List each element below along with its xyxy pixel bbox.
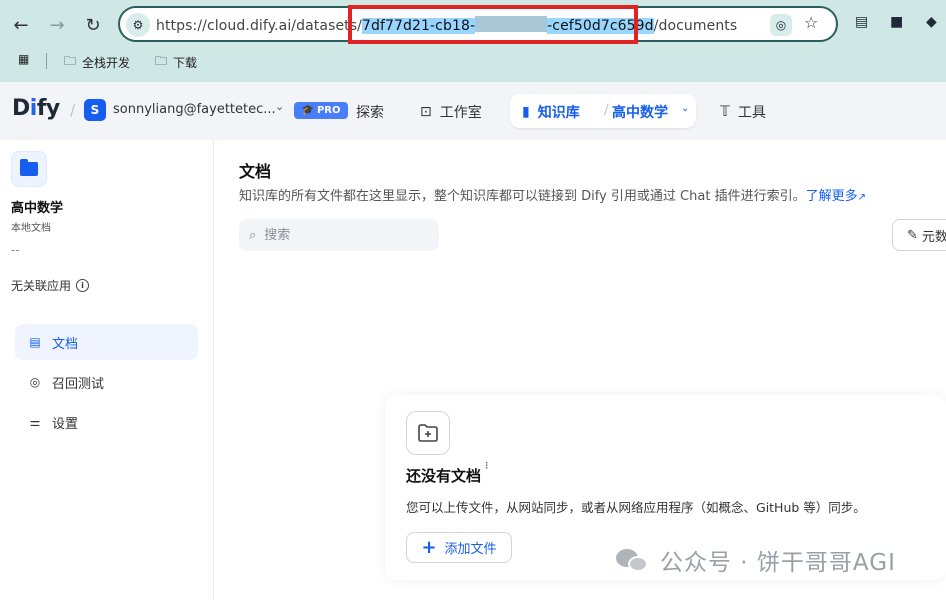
nav-dataset-select[interactable]: 高中数学: [612, 102, 668, 122]
chevron-down-icon[interactable]: ⌄: [681, 103, 689, 114]
search-input[interactable]: [262, 226, 413, 244]
plan-badge: 🎓 PRO: [294, 102, 348, 119]
extension-icon[interactable]: ■: [890, 14, 903, 30]
back-arrow-icon[interactable]: ←: [8, 12, 34, 38]
bookmark-item[interactable]: 🗀 全栈开发: [64, 52, 130, 73]
nav-studio[interactable]: ⊡ 工作室: [420, 102, 482, 122]
watermark: 公众号 · 饼干哥哥AGI: [616, 543, 896, 577]
folder-plus-icon: [406, 411, 450, 455]
book-icon: ▮: [522, 104, 530, 120]
workspace-avatar[interactable]: S: [84, 99, 106, 121]
sparkle-icon: ⁝: [485, 459, 489, 472]
page-description: 知识库的所有文件都在这里显示，整个知识库都可以链接到 Dify 引用或通过 Ch…: [239, 189, 866, 204]
bookmark-divider: [46, 53, 47, 69]
documents-main: 文档 知识库的所有文件都在这里显示，整个知识库都可以链接到 Dify 引用或通过…: [215, 140, 946, 600]
robot-icon: ⊡: [420, 104, 432, 120]
hammer-icon: 𝕋: [720, 104, 730, 120]
reload-icon[interactable]: ↻: [80, 12, 106, 38]
info-icon[interactable]: i: [76, 279, 90, 292]
document-icon: ▤: [29, 335, 41, 349]
chevron-down-icon[interactable]: ⌄: [275, 100, 284, 113]
sidebar-item-settings[interactable]: ⚌ 设置: [15, 404, 198, 440]
related-apps-status: 无关联应用 i: [11, 277, 90, 294]
lens-icon[interactable]: ◎: [770, 14, 792, 36]
sidebar-item-retrieval-test[interactable]: ◎ 召回测试: [15, 364, 198, 400]
nav-knowledge[interactable]: ▮ 知识库 / 高中数学 ⌄: [510, 94, 696, 128]
graduation-cap-icon: 🎓: [301, 105, 314, 116]
edit-document-icon: ✎: [907, 227, 918, 243]
nav-explore[interactable]: 探索: [356, 102, 384, 122]
folder-icon: [11, 151, 47, 187]
learn-more-link[interactable]: 了解更多: [806, 189, 858, 204]
dataset-title: 高中数学: [11, 201, 64, 216]
header-slash: /: [70, 100, 76, 119]
apps-grid-icon[interactable]: ▦: [18, 52, 29, 66]
folder-icon: 🗀: [155, 54, 168, 68]
browser-chrome: ← → ↻ ⚙ https://cloud.dify.ai/datasets/7…: [0, 0, 946, 82]
highlight-box: [348, 5, 638, 44]
dify-logo[interactable]: Dify: [12, 96, 60, 121]
plus-icon: +: [421, 536, 437, 558]
search-box[interactable]: ⌕: [239, 219, 439, 251]
nav-separator: /: [604, 102, 609, 118]
dataset-sidebar: 高中数学 本地文档 -- 无关联应用 i ▤ 文档 ◎ 召回测试 ⚌ 设置: [0, 140, 214, 600]
nav-tools[interactable]: 𝕋 工具: [720, 102, 766, 122]
bookmark-item[interactable]: 🗀 下载: [155, 52, 197, 73]
empty-title: 还没有文档: [406, 467, 482, 485]
bookmark-star-icon[interactable]: ☆: [804, 13, 818, 32]
dataset-type: 本地文档: [11, 223, 51, 234]
dataset-description: --: [11, 243, 20, 257]
app-header: Dify / S sonnyliang@fayettetec... ⌄ 🎓 PRO…: [0, 82, 946, 140]
folder-icon: 🗀: [64, 54, 77, 68]
page-title: 文档: [239, 162, 272, 181]
settings-sliders-icon: ⚌: [29, 415, 41, 429]
site-settings-icon[interactable]: ⚙: [126, 13, 150, 37]
sidebar-item-documents[interactable]: ▤ 文档: [15, 324, 198, 360]
wechat-icon: [616, 547, 650, 573]
metadata-button[interactable]: ✎ 元数: [892, 219, 946, 251]
add-file-button[interactable]: + 添加文件: [406, 532, 512, 563]
search-icon: ⌕: [249, 227, 257, 243]
workspace-name[interactable]: sonnyliang@fayettetec...: [113, 102, 276, 117]
extension-icon[interactable]: ◆: [926, 14, 937, 30]
extension-icon[interactable]: ▤: [855, 14, 868, 30]
empty-description: 您可以上传文件，从网站同步，或者从网络应用程序（如概念、GitHub 等）同步。: [406, 500, 866, 515]
forward-arrow-icon[interactable]: →: [44, 12, 70, 38]
external-link-icon[interactable]: ↗: [858, 192, 866, 203]
target-icon: ◎: [29, 375, 41, 389]
